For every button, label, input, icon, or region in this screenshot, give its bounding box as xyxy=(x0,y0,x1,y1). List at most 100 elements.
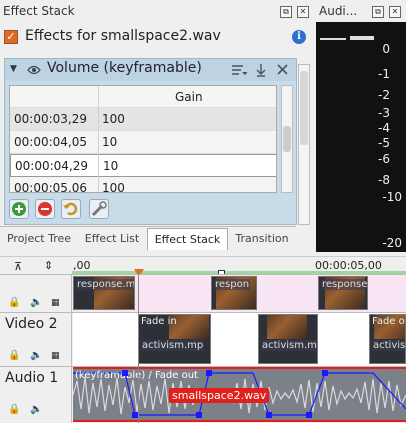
keyframe-point[interactable] xyxy=(322,370,328,376)
menu-icon[interactable] xyxy=(231,63,247,77)
clip-label: respon xyxy=(214,279,251,290)
track-name: Audio 1 xyxy=(5,370,59,386)
scroll-thumb[interactable] xyxy=(300,71,308,145)
keyframe-value[interactable]: 10 xyxy=(102,135,117,149)
scroll-thumb[interactable] xyxy=(283,126,291,152)
ruler-start-label: ,00 xyxy=(73,259,91,272)
effect-panel: ▼ Volume (keyframable) Gain 00:00:03,29 … xyxy=(4,58,297,225)
undo-icon xyxy=(63,202,78,216)
add-keyframe-button[interactable] xyxy=(9,199,29,219)
meter-scale-label: -4 xyxy=(378,121,390,135)
keyframe-value[interactable]: 100 xyxy=(102,112,125,126)
keyframe-point[interactable] xyxy=(306,412,312,418)
table-row[interactable]: 00:00:05,06 100 xyxy=(10,177,276,193)
video-clip[interactable]: respon xyxy=(211,276,257,310)
tab-effect-stack[interactable]: Effect Stack xyxy=(147,228,228,250)
tab-effect-list[interactable]: Effect List xyxy=(78,228,146,250)
keyframe-point[interactable] xyxy=(196,412,202,418)
keyframe-time: 00:00:05,06 xyxy=(14,181,87,193)
move-down-icon[interactable] xyxy=(255,63,267,77)
track-header: 🔒 🔈 ▦ xyxy=(0,275,72,312)
lock-icon[interactable]: 🔒 xyxy=(8,404,20,415)
table-scrollbar[interactable] xyxy=(281,85,293,193)
effect-header[interactable]: ▼ Volume (keyframable) xyxy=(5,59,296,81)
split-icon[interactable]: ⊼ xyxy=(14,260,22,273)
delete-effect-icon[interactable] xyxy=(276,63,289,76)
table-header-row: Gain xyxy=(10,86,276,108)
clip-label: activism.m xyxy=(372,340,405,351)
keyframe-point[interactable] xyxy=(122,370,128,376)
settings-icon xyxy=(91,201,107,217)
meter-level-bar xyxy=(350,36,374,40)
audio-meter: 0 -1 -2 -3 -4 -5 -6 -8 -10 -20 xyxy=(316,22,406,252)
table-row[interactable]: 00:00:04,05 10 xyxy=(10,131,276,154)
effect-label: (keyframable) / Fade out xyxy=(75,370,198,381)
timeline-ruler[interactable]: ⊼ ⇕ ,00 00:00:05,00 xyxy=(0,256,406,277)
playhead-line xyxy=(138,274,139,423)
keyframe-table: Gain 00:00:03,29 100 00:00:04,05 10 00:0… xyxy=(9,85,277,193)
info-icon[interactable]: i xyxy=(292,30,306,44)
audio-clip-label: smallspace2.wav xyxy=(169,388,270,403)
table-row[interactable]: 00:00:03,29 100 xyxy=(10,108,276,131)
track-area[interactable] xyxy=(73,313,406,366)
effect-stack-dock: Effect Stack ⧉ ✕ ✓ Effects for smallspac… xyxy=(0,0,314,252)
audio-clip[interactable]: (keyframable) / Fade out smallspace2.wav xyxy=(73,369,406,422)
delete-keyframe-button[interactable] xyxy=(35,199,55,219)
mute-icon[interactable]: 🔈 xyxy=(30,404,42,415)
video-clip[interactable]: activism.mp xyxy=(258,314,318,364)
lock-icon[interactable]: 🔒 xyxy=(8,350,20,361)
plus-icon xyxy=(12,202,26,216)
close-dock-button[interactable]: ✕ xyxy=(297,6,309,18)
minus-icon xyxy=(38,202,52,216)
meter-scale-label: -6 xyxy=(378,152,390,166)
keyframe-time: 00:00:04,29 xyxy=(15,159,88,173)
film-icon[interactable]: ▦ xyxy=(51,298,60,308)
lock-icon[interactable]: 🔒 xyxy=(8,297,20,308)
film-icon[interactable]: ▦ xyxy=(51,351,60,361)
ruler-mark-label: 00:00:05,00 xyxy=(315,259,382,272)
effects-enable-checkbox[interactable]: ✓ xyxy=(4,30,18,44)
collapse-arrow-icon[interactable]: ▼ xyxy=(10,64,17,74)
meter-title: Audi... xyxy=(319,4,358,18)
meter-scale-label: -5 xyxy=(378,136,390,150)
dock-scrollbar[interactable] xyxy=(298,64,310,225)
reset-button[interactable] xyxy=(61,199,81,219)
mute-icon[interactable]: 🔈 xyxy=(30,350,42,361)
mute-icon[interactable]: 🔈 xyxy=(30,297,42,308)
video-clip[interactable]: response xyxy=(318,276,368,310)
fade-in-label: Fade in xyxy=(141,316,177,327)
video-track-1: 🔒 🔈 ▦ response.mp respon response xyxy=(0,274,406,312)
eye-icon[interactable] xyxy=(27,63,41,77)
keyframe-point[interactable] xyxy=(206,370,212,376)
video-clip[interactable]: Fade in activism.mp xyxy=(138,314,211,364)
audio-track-1: Audio 1 🔒 🔈 (keyframable) / Fade out sma… xyxy=(0,366,406,423)
track-header: Audio 1 🔒 🔈 xyxy=(0,367,72,423)
table-row[interactable]: 00:00:04,29 10 xyxy=(10,154,276,177)
dock-tab-bar: Project Tree Effect List Effect Stack Tr… xyxy=(0,226,296,250)
keyframe-time: 00:00:04,05 xyxy=(14,135,87,149)
fade-out-label: Fade o xyxy=(372,316,405,327)
keyframe-value[interactable]: 10 xyxy=(103,159,118,173)
keyframe-point[interactable] xyxy=(266,412,272,418)
dock-title: Effect Stack xyxy=(3,4,75,18)
float-dock-button[interactable]: ⧉ xyxy=(280,6,292,18)
close-meter-button[interactable]: ✕ xyxy=(389,6,401,18)
video-clip[interactable]: response.mp xyxy=(73,276,135,310)
column-divider xyxy=(98,86,99,192)
meter-scale-label: -3 xyxy=(378,106,390,120)
effects-header: Effects for smallspace2.wav xyxy=(25,28,221,44)
keyframe-options-button[interactable] xyxy=(89,199,109,219)
effect-name: Volume (keyframable) xyxy=(47,60,202,76)
tab-transition[interactable]: Transition xyxy=(229,228,295,250)
video-track-2: Video 2 🔒 🔈 ▦ Fade in activism.mp activi… xyxy=(0,312,406,366)
gain-column-header: Gain xyxy=(175,90,203,104)
tab-project-tree[interactable]: Project Tree xyxy=(2,228,76,250)
track-name: Video 2 xyxy=(5,316,58,332)
video-clip[interactable]: Fade o activism.m xyxy=(369,314,406,364)
zoom-icon[interactable]: ⇕ xyxy=(44,259,53,272)
keyframe-value[interactable]: 100 xyxy=(102,181,125,192)
meter-scale-label: -2 xyxy=(378,88,390,102)
meter-scale-label: -8 xyxy=(378,173,390,187)
float-meter-button[interactable]: ⧉ xyxy=(372,6,384,18)
clip-label: response.mp xyxy=(76,279,134,290)
